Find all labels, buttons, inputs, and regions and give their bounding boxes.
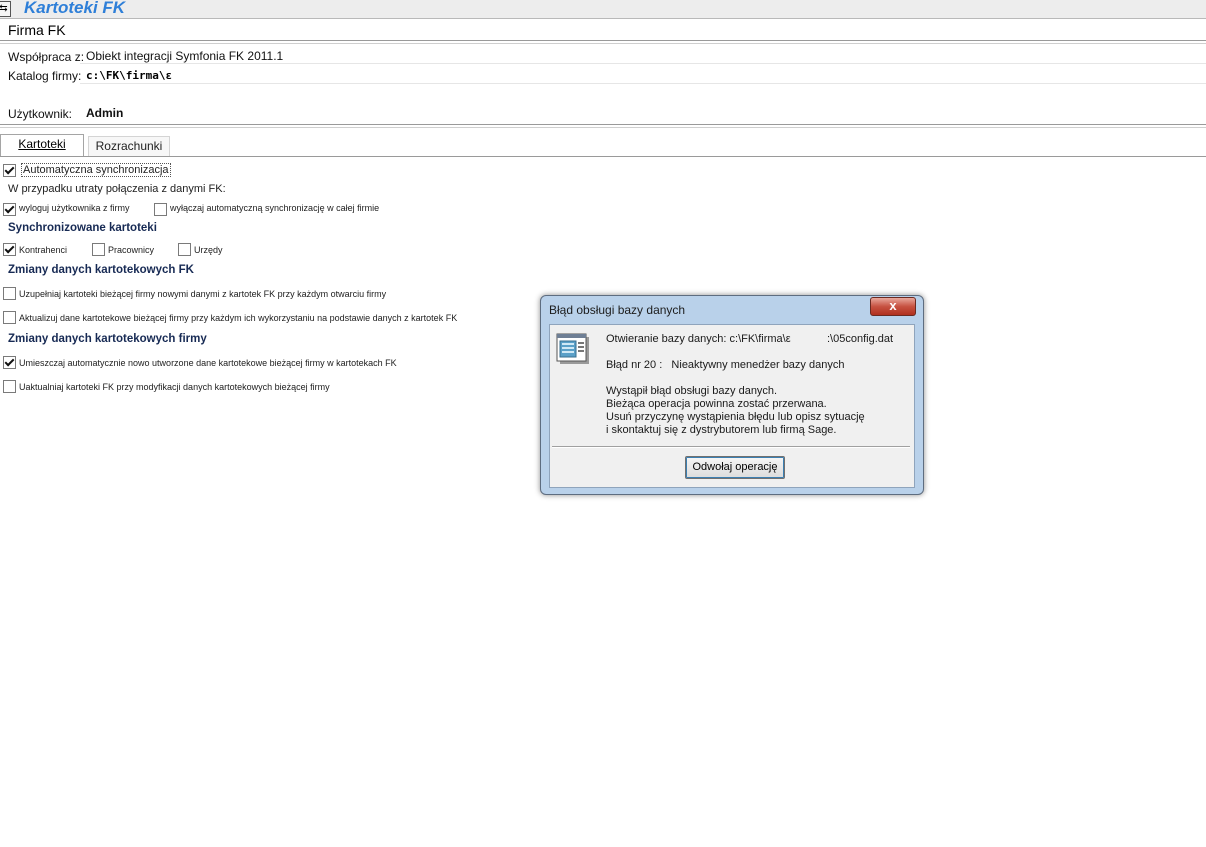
kontrahenci-label[interactable]: Kontrahenci bbox=[19, 245, 67, 255]
divider bbox=[0, 40, 1206, 41]
uaktualniaj-checkbox[interactable] bbox=[3, 380, 16, 393]
fk-changes-title: Zmiany danych kartotekowych FK bbox=[8, 264, 194, 276]
tab-kartoteki-label: Kartoteki bbox=[18, 137, 66, 151]
divider bbox=[0, 43, 1206, 44]
disable-auto-sync-label[interactable]: wyłączaj automatyczną synchronizację w c… bbox=[170, 203, 379, 213]
database-window-icon bbox=[556, 333, 590, 365]
pracownicy-checkbox[interactable] bbox=[92, 243, 105, 256]
tab-kartoteki[interactable]: Kartoteki bbox=[0, 134, 84, 157]
auto-sync-checkbox[interactable] bbox=[3, 164, 16, 177]
katalog-label: Katalog firmy: bbox=[8, 69, 82, 83]
wspolpraca-value: Obiekt integracji Symfonia FK 2011.1 bbox=[86, 49, 284, 63]
divider bbox=[0, 124, 1206, 125]
close-icon[interactable]: x bbox=[870, 297, 916, 316]
divider bbox=[0, 127, 1206, 128]
error-line: Błąd nr 20 : Nieaktywny menedżer bazy da… bbox=[606, 359, 845, 371]
uzytkownik-label: Użytkownik: bbox=[8, 107, 73, 121]
urzedy-label[interactable]: Urzędy bbox=[194, 245, 223, 255]
dialog-divider bbox=[552, 446, 910, 448]
message-line: Bieżąca operacja powinna zostać przerwan… bbox=[606, 398, 827, 410]
app-title: Kartoteki FK bbox=[24, 0, 126, 17]
tab-strip-line bbox=[0, 156, 1206, 157]
uzupelniaj-checkbox[interactable] bbox=[3, 287, 16, 300]
message-line: Usuń przyczynę wystąpienia błędu lub opi… bbox=[606, 411, 865, 423]
divider bbox=[80, 63, 1206, 64]
umieszczaj-label[interactable]: Umieszczaj automatycznie nowo utworzone … bbox=[19, 358, 397, 368]
logout-user-checkbox[interactable] bbox=[3, 203, 16, 216]
error-dialog: Błąd obsługi bazy danych x Otwieranie ba… bbox=[540, 295, 924, 495]
restore-icon[interactable]: ⇆ bbox=[0, 1, 11, 17]
cancel-operation-button[interactable]: Odwołaj operację bbox=[685, 456, 785, 479]
uzupelniaj-label[interactable]: Uzupełniaj kartoteki bieżącej firmy nowy… bbox=[19, 289, 386, 299]
dialog-title: Błąd obsługi bazy danych bbox=[549, 303, 686, 317]
message-line: i skontaktuj się z dystrybutorem lub fir… bbox=[606, 424, 837, 436]
tab-rozrachunki[interactable]: Rozrachunki bbox=[88, 136, 170, 157]
lost-connection-label: W przypadku utraty połączenia z danymi F… bbox=[8, 183, 226, 195]
pracownicy-label[interactable]: Pracownicy bbox=[108, 245, 154, 255]
sync-section-title: Synchronizowane kartoteki bbox=[8, 222, 157, 234]
divider bbox=[80, 83, 1206, 84]
title-bar bbox=[0, 0, 1206, 19]
umieszczaj-checkbox[interactable] bbox=[3, 356, 16, 369]
urzedy-checkbox[interactable] bbox=[178, 243, 191, 256]
aktualizuj-label[interactable]: Aktualizuj dane kartotekowe bieżącej fir… bbox=[19, 313, 457, 323]
firm-changes-title: Zmiany danych kartotekowych firmy bbox=[8, 333, 207, 345]
auto-sync-label[interactable]: Automatyczna synchronizacja bbox=[21, 163, 171, 177]
disable-auto-sync-checkbox[interactable] bbox=[154, 203, 167, 216]
katalog-value: c:\FK\firma\ε bbox=[86, 69, 173, 82]
wspolpraca-label: Współpraca z: bbox=[8, 50, 85, 64]
message-line: Wystąpił błąd obsługi bazy danych. bbox=[606, 385, 778, 397]
aktualizuj-checkbox[interactable] bbox=[3, 311, 16, 324]
page-title: Firma FK bbox=[8, 22, 66, 38]
path-line-prefix: Otwieranie bazy danych: c:\FK\firma\ε bbox=[606, 333, 791, 345]
tab-rozrachunki-label: Rozrachunki bbox=[95, 139, 163, 153]
path-line-suffix: :\05config.dat bbox=[827, 333, 894, 345]
logout-user-label[interactable]: wyloguj użytkownika z firmy bbox=[19, 203, 130, 213]
kontrahenci-checkbox[interactable] bbox=[3, 243, 16, 256]
uaktualniaj-label[interactable]: Uaktualniaj kartoteki FK przy modyfikacj… bbox=[19, 382, 330, 392]
uzytkownik-value: Admin bbox=[86, 106, 124, 120]
dialog-body: Otwieranie bazy danych: c:\FK\firma\ε :\… bbox=[549, 324, 915, 488]
